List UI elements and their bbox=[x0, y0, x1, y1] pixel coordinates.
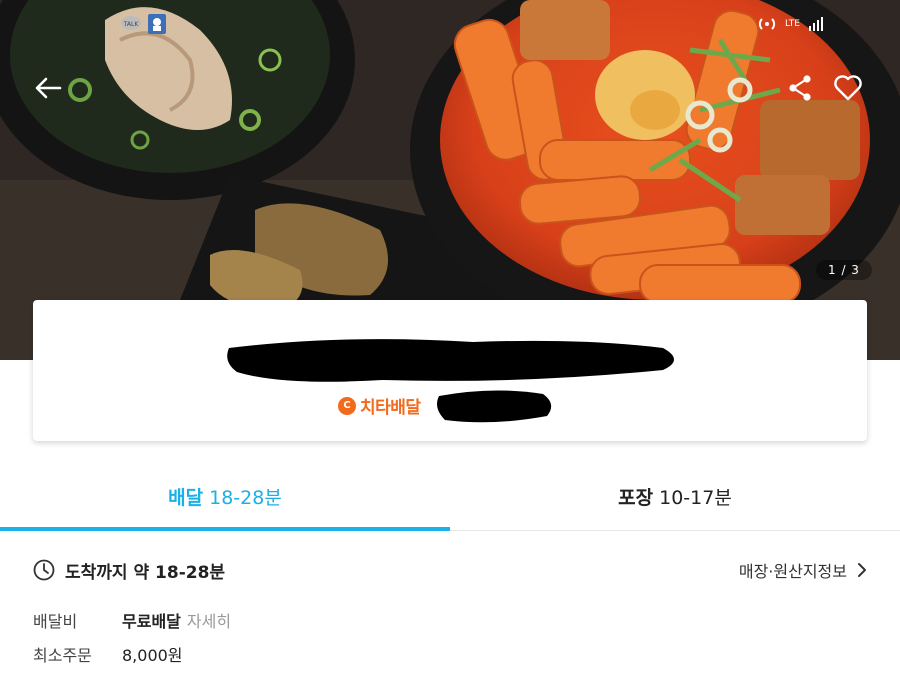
delivery-fee-label: 배달비 bbox=[33, 612, 78, 631]
status-bar-left: TALK bbox=[120, 14, 166, 34]
tab-takeout[interactable]: 포장 10-17분 bbox=[450, 462, 900, 530]
min-order-label: 최소주문 bbox=[33, 646, 92, 665]
delivery-fee-row: 배달비 무료배달 자세히 bbox=[33, 603, 867, 637]
badge-detail-redacted bbox=[437, 390, 552, 423]
tab-takeout-label: 포장 bbox=[618, 486, 654, 509]
share-button[interactable] bbox=[780, 68, 820, 108]
store-origin-info-label: 매장·원산지정보 bbox=[738, 562, 847, 581]
back-arrow-icon bbox=[35, 77, 62, 99]
chevron-right-icon bbox=[858, 563, 866, 577]
image-page-counter: 1 / 3 bbox=[816, 260, 872, 280]
delivery-fee-detail-link[interactable]: 자세히 bbox=[187, 608, 231, 632]
hotspot-icon bbox=[758, 18, 776, 30]
svg-text:TALK: TALK bbox=[123, 21, 140, 28]
delivery-fee-value: 무료배달 bbox=[122, 612, 181, 631]
heart-outline-icon bbox=[834, 75, 862, 101]
tab-delivery-time: 18-28분 bbox=[209, 486, 282, 509]
status-bar-right: LTE bbox=[757, 14, 824, 34]
tab-takeout-time: 10-17분 bbox=[659, 486, 732, 509]
share-icon bbox=[789, 75, 811, 101]
store-info-card: C 치타배달 bbox=[33, 300, 867, 441]
talk-icon: TALK bbox=[121, 16, 141, 30]
eta-text: 도착까지 약 18-28분 bbox=[65, 562, 226, 583]
favorite-button[interactable] bbox=[828, 68, 868, 108]
store-name-redacted bbox=[227, 339, 674, 382]
min-order-row: 최소주문 8,000원 bbox=[33, 637, 867, 671]
order-type-tabs: 배달 18-28분 포장 10-17분 bbox=[0, 462, 900, 531]
active-tab-indicator bbox=[0, 527, 450, 531]
clock-icon bbox=[33, 559, 55, 581]
store-origin-info-link[interactable]: 매장·원산지정보 bbox=[739, 558, 867, 582]
cheetah-logo-icon: C bbox=[338, 396, 356, 415]
tab-delivery[interactable]: 배달 18-28분 bbox=[0, 462, 450, 530]
app-notification-icon bbox=[148, 14, 166, 34]
min-order-value: 8,000원 bbox=[122, 646, 183, 665]
eta-row: 도착까지 약 18-28분 매장·원산지정보 bbox=[33, 555, 867, 585]
tab-delivery-label: 배달 bbox=[168, 486, 204, 509]
cheetah-delivery-label: 치타배달 bbox=[360, 398, 421, 418]
network-label: LTE bbox=[785, 19, 800, 29]
cheetah-delivery-badge: C 치타배달 bbox=[338, 393, 421, 418]
signal-icon bbox=[809, 17, 823, 31]
delivery-info-section: 도착까지 약 18-28분 매장·원산지정보 배달비 무료배달 자세히 최소주문… bbox=[33, 555, 867, 671]
back-button[interactable] bbox=[28, 68, 68, 108]
